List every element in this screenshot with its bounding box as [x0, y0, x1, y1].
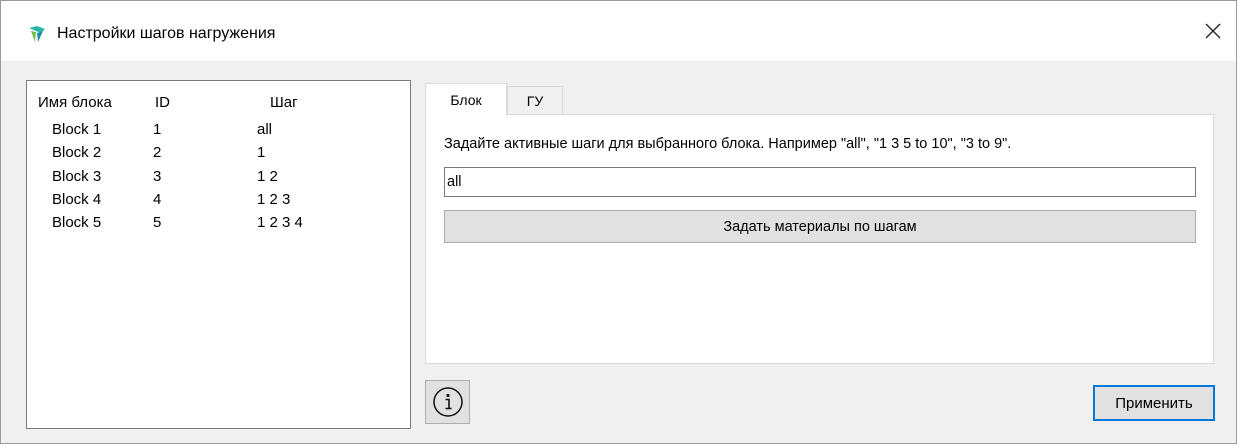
close-icon — [1205, 23, 1221, 39]
info-button[interactable] — [425, 380, 470, 424]
list-rows: Block 1 1 all Block 2 2 1 Block 3 3 1 2 … — [27, 121, 410, 237]
block-id: 5 — [153, 214, 162, 232]
load-steps-dialog: Настройки шагов нагружения Имя блока ID … — [0, 0, 1237, 444]
block-id: 1 — [153, 121, 162, 138]
app-logo-icon — [27, 24, 47, 44]
list-item[interactable]: Block 2 2 1 — [27, 144, 410, 167]
block-steps: 1 2 3 — [257, 190, 291, 208]
tab-panel-block: Задайте активные шаги для выбранного бло… — [425, 114, 1214, 364]
apply-button[interactable]: Применить — [1093, 385, 1215, 421]
tab-block[interactable]: Блок — [425, 83, 507, 116]
list-item[interactable]: Block 3 3 1 2 — [27, 168, 410, 191]
info-icon — [432, 387, 463, 417]
block-steps: 1 2 — [257, 167, 278, 185]
column-header-block-name[interactable]: Имя блока — [38, 94, 112, 111]
steps-input[interactable] — [444, 167, 1196, 197]
close-button[interactable] — [1190, 1, 1236, 61]
block-list[interactable]: Имя блока ID Шаг Block 1 1 all Block 2 2… — [26, 80, 411, 429]
block-name: Block 5 — [52, 214, 102, 232]
block-name: Block 2 — [52, 144, 102, 162]
block-name: Block 3 — [52, 167, 102, 185]
list-header: Имя блока ID Шаг — [27, 81, 410, 119]
window-title: Настройки шагов нагружения — [57, 25, 276, 42]
block-steps: 1 2 3 4 — [257, 214, 303, 232]
list-item[interactable]: Block 5 5 1 2 3 4 — [27, 214, 410, 237]
steps-hint: Задайте активные шаги для выбранного бло… — [444, 136, 1012, 152]
set-materials-button[interactable]: Задать материалы по шагам — [444, 210, 1196, 243]
title-bar: Настройки шагов нагружения — [1, 1, 1236, 61]
block-id: 4 — [153, 190, 162, 208]
column-header-id[interactable]: ID — [155, 94, 170, 111]
block-steps: all — [257, 121, 273, 138]
block-name: Block 1 — [52, 121, 102, 138]
list-item[interactable]: Block 4 4 1 2 3 — [27, 191, 410, 214]
block-name: Block 4 — [52, 190, 102, 208]
block-id: 2 — [153, 144, 162, 162]
column-header-step[interactable]: Шаг — [270, 94, 298, 111]
block-steps: 1 — [257, 144, 266, 162]
tab-boundary-conditions[interactable]: ГУ — [507, 86, 563, 114]
block-id: 3 — [153, 167, 162, 185]
list-item[interactable]: Block 1 1 all — [27, 121, 410, 144]
